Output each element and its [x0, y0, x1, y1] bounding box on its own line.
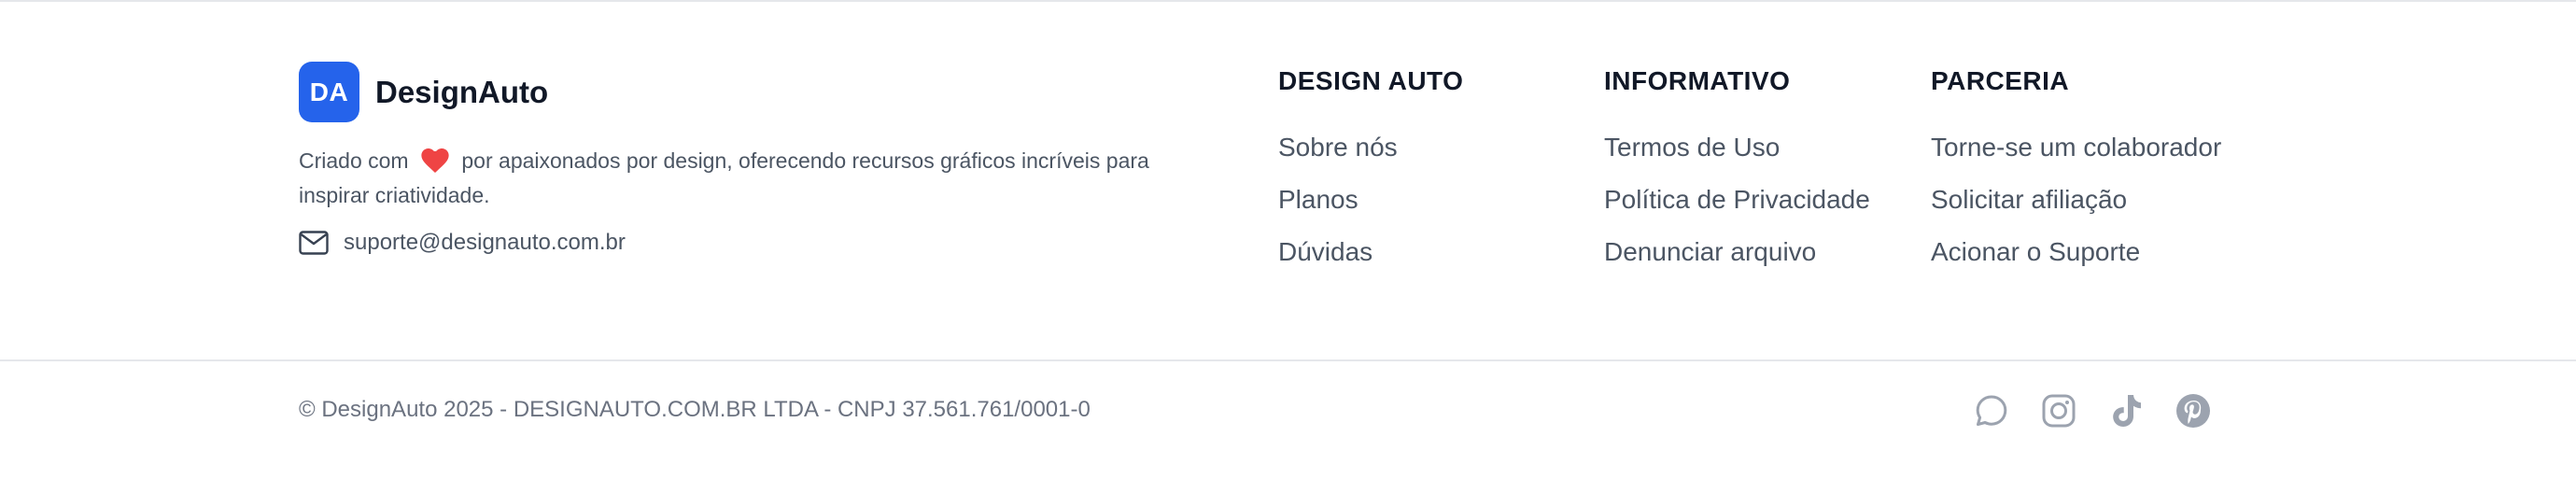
contact-email[interactable]: suporte@designauto.com.br	[299, 230, 626, 256]
heart-icon	[421, 148, 449, 173]
instagram-link[interactable]	[2038, 390, 2079, 431]
copyright-text: © DesignAuto 2025 - DESIGNAUTO.COM.BR LT…	[299, 397, 1091, 422]
link-politica-privacidade[interactable]: Política de Privacidade	[1604, 177, 1870, 222]
link-acionar-suporte[interactable]: Acionar o Suporte	[1931, 230, 2230, 275]
whatsapp-icon	[1976, 395, 2007, 426]
link-sobre-nos[interactable]: Sobre nós	[1278, 125, 1463, 170]
social-links	[1971, 390, 2214, 431]
site-footer: DA DesignAuto Criado com por apaixonados…	[0, 0, 2576, 359]
link-duvidas[interactable]: Dúvidas	[1278, 230, 1463, 275]
tiktok-link[interactable]	[2105, 390, 2147, 431]
column-title: INFORMATIVO	[1604, 66, 1791, 95]
link-torne-se-colaborador[interactable]: Torne-se um colaborador	[1931, 125, 2230, 170]
brand-name: DesignAuto	[375, 74, 549, 109]
column-title: DESIGN AUTO	[1278, 66, 1464, 95]
pinterest-link[interactable]	[2173, 390, 2214, 431]
link-planos[interactable]: Planos	[1278, 177, 1463, 222]
pinterest-icon	[2176, 394, 2210, 428]
description-prefix: Criado com	[299, 148, 409, 173]
footer-column-informativo: INFORMATIVO Termos de Uso Política de Pr…	[1604, 63, 1870, 282]
column-title: PARCERIA	[1931, 66, 2070, 95]
footer-column-parceria: PARCERIA Torne-se um colaborador Solicit…	[1931, 63, 2230, 282]
instagram-icon	[2042, 394, 2076, 428]
brand-logo: DA	[299, 62, 359, 122]
link-denunciar-arquivo[interactable]: Denunciar arquivo	[1604, 230, 1870, 275]
tiktok-icon	[2113, 395, 2141, 427]
mail-icon	[299, 231, 329, 255]
email-text: suporte@designauto.com.br	[344, 230, 626, 255]
link-termos-de-uso[interactable]: Termos de Uso	[1604, 125, 1870, 170]
link-solicitar-afiliacao[interactable]: Solicitar afiliação	[1931, 177, 2230, 222]
footer-divider	[0, 359, 2576, 361]
footer-column-design-auto: DESIGN AUTO Sobre nós Planos Dúvidas	[1278, 63, 1463, 282]
brand[interactable]: DA DesignAuto	[299, 62, 548, 122]
whatsapp-link[interactable]	[1971, 390, 2012, 431]
brand-description: Criado com por apaixonados por design, o…	[299, 144, 1195, 213]
